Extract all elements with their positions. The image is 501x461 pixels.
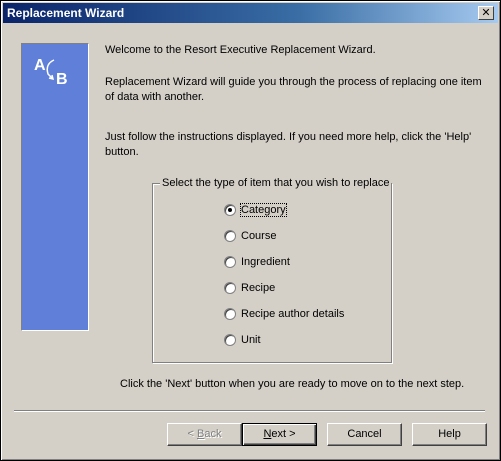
radio-unit[interactable]: Unit (224, 332, 261, 348)
side-panel: A B (21, 43, 89, 331)
icon-letter-a: A (34, 57, 46, 74)
guide-text-line2: of data with another. (105, 91, 205, 103)
radio-button[interactable] (224, 230, 236, 242)
footer-instruction: Click the 'Next' button when you are rea… (120, 378, 465, 390)
radio-ingredient[interactable]: Ingredient (224, 254, 290, 270)
radio-button[interactable] (224, 334, 236, 346)
back-button[interactable]: < Back (167, 423, 242, 446)
radio-recipe-author-details[interactable]: Recipe author details (224, 306, 344, 322)
help-button[interactable]: Help (412, 423, 487, 446)
radio-button[interactable] (224, 256, 236, 268)
icon-arrow (46, 59, 55, 79)
help-text-line2: button. (105, 146, 139, 158)
item-type-legend: Select the type of item that you wish to… (160, 177, 392, 189)
radio-button[interactable] (224, 204, 236, 216)
welcome-text: Welcome to the Resort Executive Replacem… (105, 44, 376, 56)
radio-category[interactable]: Category (224, 202, 287, 218)
radio-label[interactable]: Unit (241, 334, 261, 346)
window-title: Replacement Wizard (7, 6, 125, 20)
radio-label[interactable]: Category (240, 203, 287, 217)
radio-label[interactable]: Ingredient (241, 256, 290, 268)
button-separator (14, 410, 485, 412)
cancel-button[interactable]: Cancel (327, 423, 402, 446)
radio-label[interactable]: Recipe author details (241, 308, 344, 320)
icon-letter-b: B (56, 71, 68, 88)
radio-course[interactable]: Course (224, 228, 276, 244)
close-button[interactable]: ✕ (478, 6, 494, 20)
guide-text-line1: Replacement Wizard will guide you throug… (105, 76, 482, 88)
title-bar[interactable]: Replacement Wizard ✕ (3, 3, 498, 23)
radio-label[interactable]: Course (241, 230, 276, 242)
radio-button[interactable] (224, 308, 236, 320)
radio-button[interactable] (224, 282, 236, 294)
radio-label[interactable]: Recipe (241, 282, 275, 294)
next-button[interactable]: Next > (242, 423, 317, 446)
help-text-line1: Just follow the instructions displayed. … (105, 131, 472, 143)
radio-recipe[interactable]: Recipe (224, 280, 275, 296)
ab-replace-icon: A B (34, 57, 68, 88)
